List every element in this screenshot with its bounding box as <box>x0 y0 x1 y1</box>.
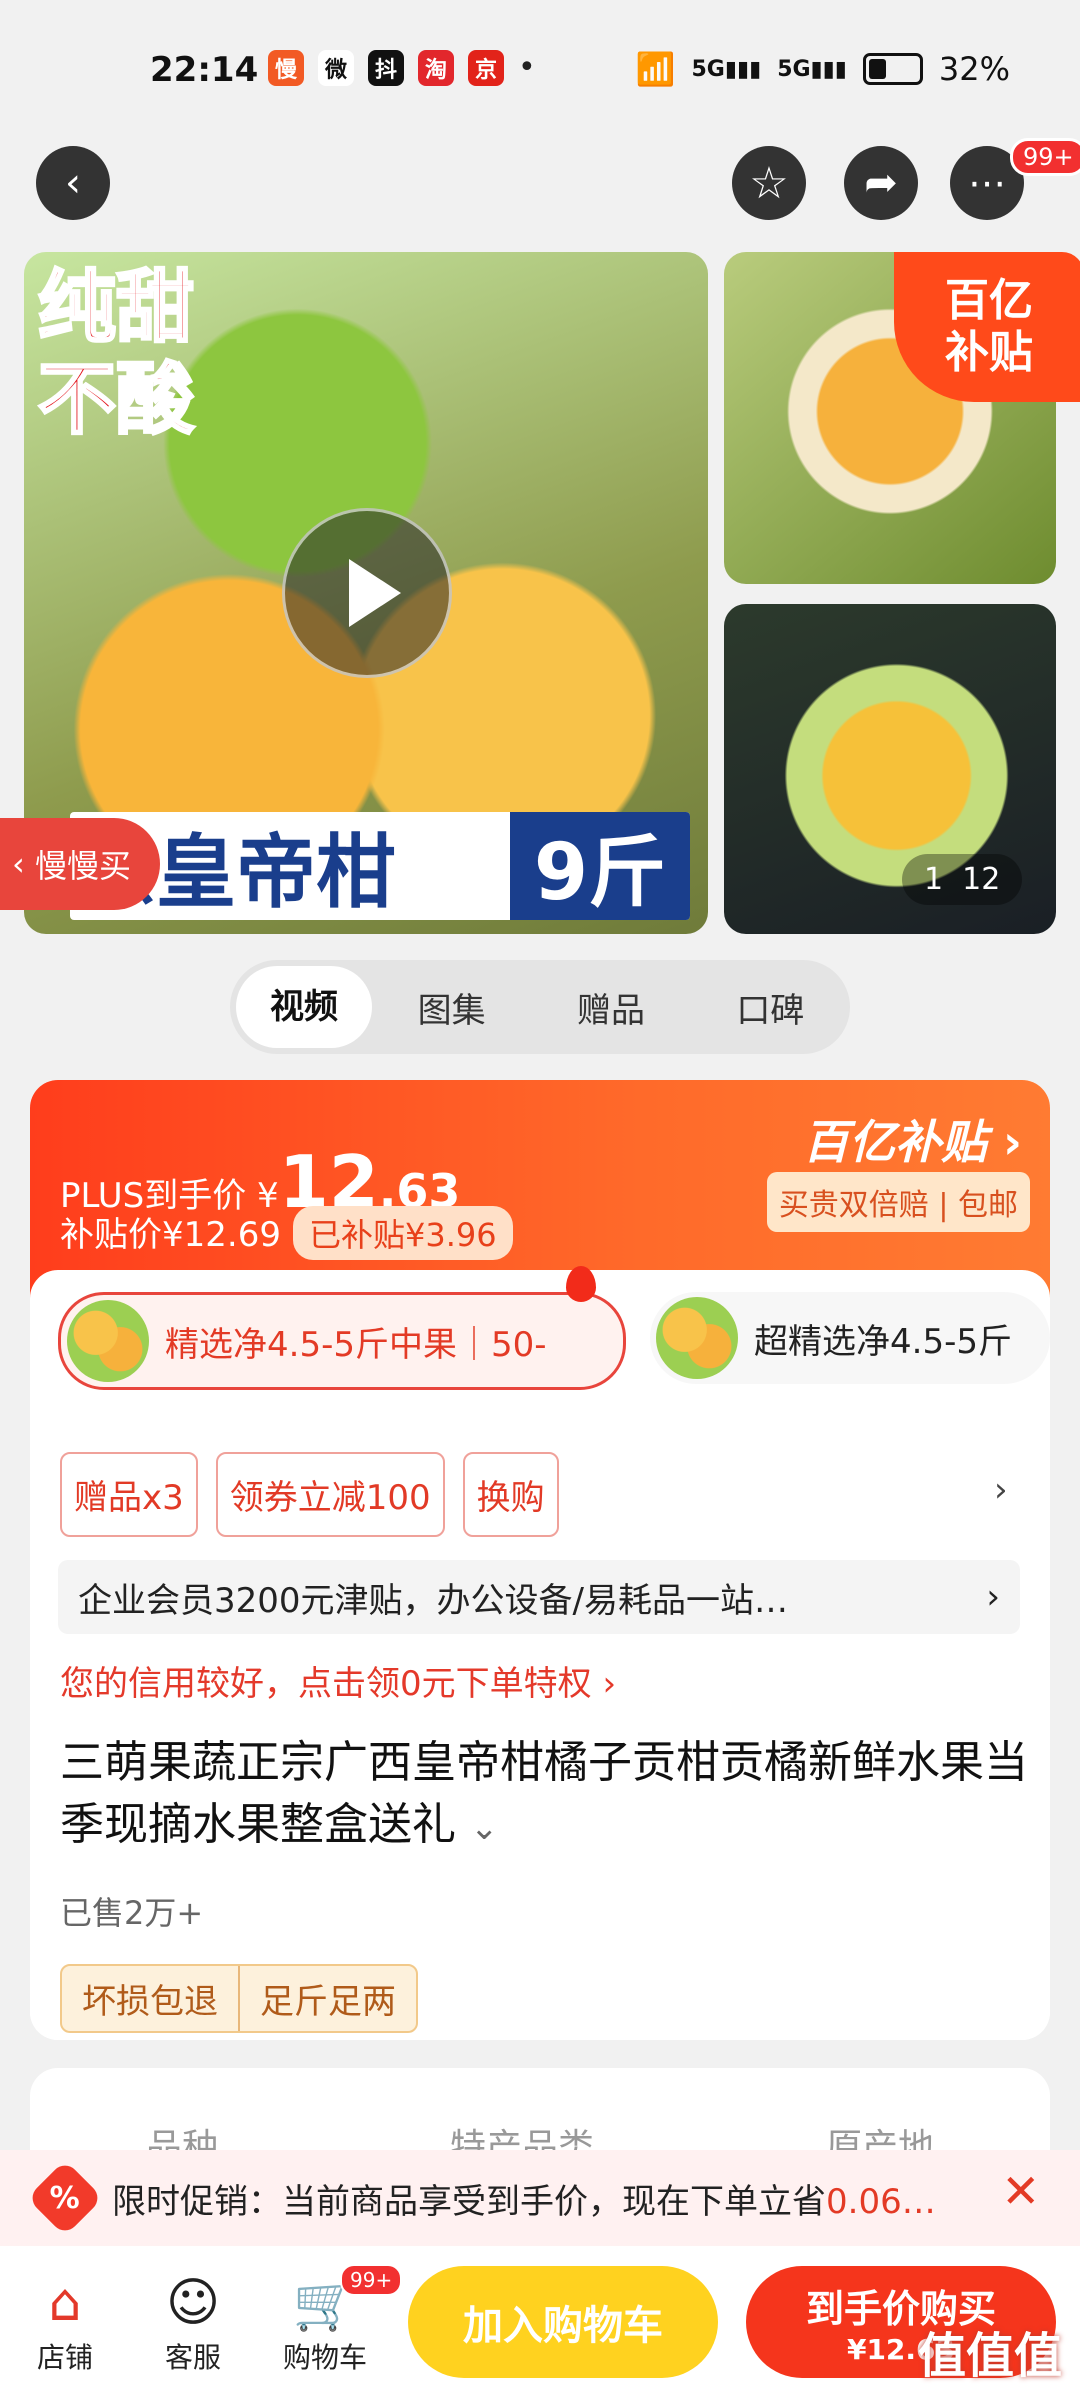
image-slogan: 纯甜 不酸 <box>36 262 195 447</box>
cart-badge: 99+ <box>340 2264 403 2296</box>
taobao-icon: 淘 <box>418 50 454 86</box>
back-to-manmanmai-tag[interactable]: ‹ 慢慢买 <box>0 818 160 910</box>
chip-exchange[interactable]: 换购 <box>462 1452 559 1537</box>
subsidy-logo-text: 百亿补贴 <box>803 1115 988 1169</box>
member-text: 企业会员3200元津贴，办公设备/易耗品一站… <box>78 1580 788 1621</box>
share-button[interactable]: ➦ <box>844 146 918 220</box>
sold-count: 已售2万+ <box>60 1894 204 1932</box>
tab-gifts[interactable]: 赠品 <box>531 983 690 1032</box>
promo-bar[interactable]: % 限时促销：当前商品享受到手价，现在下单立省0.06… ✕ <box>0 2150 1080 2246</box>
share-icon: ➦ <box>864 160 898 206</box>
credit-privilege-link[interactable]: 您的信用较好，点击领0元下单特权 › <box>60 1656 616 1705</box>
service-tags: 坏损包退 足斤足两 <box>60 1964 418 2033</box>
tab-reviews[interactable]: 口碑 <box>691 983 850 1032</box>
play-video-button[interactable] <box>282 508 452 678</box>
product-title[interactable]: 三萌果蔬正宗广西皇帝柑橘子贡柑贡橘新鲜水果当季现摘水果整盒送礼 ⌄ <box>60 1732 1030 1859</box>
notification-icons: 慢 微 抖 淘 京 • <box>268 50 536 86</box>
hot-flame-icon <box>566 1266 596 1302</box>
wifi-icon: 📶 <box>635 50 676 88</box>
product-title-text: 三萌果蔬正宗广西皇帝柑橘子贡柑贡橘新鲜水果当季现摘水果整盒送礼 <box>60 1737 1028 1850</box>
close-icon[interactable]: ✕ <box>1001 2164 1040 2218</box>
add-to-cart-button[interactable]: 加入购物车 <box>408 2266 718 2378</box>
subsidy-logo[interactable]: 百亿补贴 › <box>803 1106 1022 1172</box>
chat-icon: ☺ <box>165 2273 221 2333</box>
signal-5g-icon: 5G▮▮▮ <box>691 56 762 82</box>
more-badge: 99+ <box>1010 138 1080 176</box>
chevron-right-icon: › <box>1003 1115 1022 1169</box>
store-label: 店铺 <box>36 2341 93 2374</box>
battery-percent: 32% <box>938 50 1010 88</box>
service-tag: 坏损包退 <box>82 1982 218 2022</box>
customer-service-button[interactable]: ☺ 客服 <box>138 2270 248 2376</box>
back-button[interactable]: ‹ <box>36 146 110 220</box>
douyin-icon: 抖 <box>368 50 404 86</box>
enterprise-member-bar[interactable]: 企业会员3200元津贴，办公设备/易耗品一站… › <box>58 1560 1020 1634</box>
subsidy-corner-tag: 百亿 补贴 <box>894 252 1080 402</box>
slogan-line-2: 不酸 <box>36 354 195 447</box>
signal-5g-icon-2: 5G▮▮▮ <box>777 56 847 82</box>
slogan-line-1: 纯甜 <box>36 262 195 355</box>
more-notifications-icon: • <box>518 50 536 85</box>
chip-coupon[interactable]: 领券立减100 <box>215 1452 445 1537</box>
promo-text: 限时促销：当前商品享受到手价，现在下单立省0.06… <box>112 2174 936 2223</box>
option-label: 超精选净4.5-5斤 <box>754 1321 1012 1362</box>
option-label: 精选净4.5-5斤中果｜50- <box>165 1324 547 1365</box>
subsidy-tag-line-1: 百亿 <box>945 275 1033 326</box>
discount-icon: % <box>26 2159 104 2237</box>
promo-prefix: 限时促销：当前商品享受到手价，现在下单立省 <box>112 2181 826 2222</box>
subsidy-price: 补贴价¥12.69 已补贴¥3.96 <box>60 1206 513 1260</box>
subsidy-amount-badge: 已补贴¥3.96 <box>292 1206 513 1260</box>
favorite-button[interactable]: ☆ <box>732 146 806 220</box>
media-tabs: 视频 图集 赠品 口碑 <box>230 960 850 1054</box>
chevron-left-icon: ‹ <box>65 160 81 206</box>
watermark: 值值值 <box>917 2328 1062 2384</box>
bottom-action-bar: ⌂ 店铺 ☺ 客服 🛒 购物车 99+ 加入购物车 到手价购买 ¥12.63 值… <box>0 2246 1080 2400</box>
counter-total: 12 <box>962 862 1001 897</box>
jd-icon: 京 <box>468 50 504 86</box>
store-button[interactable]: ⌂ 店铺 <box>10 2270 120 2376</box>
chevron-down-icon: ⌄ <box>470 1808 499 1848</box>
option-selected[interactable]: 精选净4.5-5斤中果｜50- <box>58 1292 626 1390</box>
subsidy-price-label: 补贴价¥12.69 <box>60 1215 281 1255</box>
chevron-right-icon: › <box>986 1577 1000 1617</box>
option-thumbnail <box>656 1297 738 1379</box>
status-right: 📶 5G▮▮▮ 5G▮▮▮ 32% <box>636 50 1010 88</box>
app-icon-manmanmai: 慢 <box>268 50 304 86</box>
cart-label: 购物车 <box>282 2341 367 2374</box>
image-banner: 宗皇帝柑 9斤 <box>70 812 690 920</box>
cart-button[interactable]: 🛒 购物车 99+ <box>270 2264 403 2376</box>
star-icon: ☆ <box>749 157 789 209</box>
status-bar: 22:14 慢 微 抖 淘 京 • 📶 5G▮▮▮ 5G▮▮▮ 32% <box>0 0 1080 140</box>
service-label: 客服 <box>164 2341 221 2374</box>
chevron-right-icon[interactable]: › <box>994 1470 1008 1510</box>
wechat-icon: 微 <box>318 50 354 86</box>
subsidy-tag-line-2: 补贴 <box>945 327 1033 378</box>
promo-amount: 0.06… <box>826 2181 936 2222</box>
banner-weight: 9斤 <box>510 812 690 920</box>
chip-gifts[interactable]: 赠品x3 <box>60 1452 198 1537</box>
battery-icon <box>862 53 923 85</box>
service-tag: 足斤足两 <box>238 1966 416 2031</box>
tab-video[interactable]: 视频 <box>236 966 372 1048</box>
more-icon: ⋯ <box>968 161 1006 205</box>
option-thumbnail <box>67 1300 149 1382</box>
store-icon: ⌂ <box>48 2273 82 2333</box>
option-item[interactable]: 超精选净4.5-5斤 <box>650 1292 1050 1384</box>
benefit-chips: 赠品x3 领券立减100 换购 <box>60 1452 559 1537</box>
counter-current: 1 <box>924 862 944 897</box>
chevron-left-icon: ‹ <box>12 845 35 883</box>
image-counter: 1 12 <box>902 854 1023 905</box>
back-tag-label: 慢慢买 <box>34 847 131 885</box>
status-time: 22:14 <box>150 50 259 90</box>
price-header: PLUS到手价 ¥12.63 补贴价¥12.69 已补贴¥3.96 百亿补贴 › … <box>30 1080 1050 1300</box>
guarantee-badge: 买贵双倍赔 | 包邮 <box>766 1172 1030 1232</box>
tab-gallery[interactable]: 图集 <box>372 983 531 1032</box>
